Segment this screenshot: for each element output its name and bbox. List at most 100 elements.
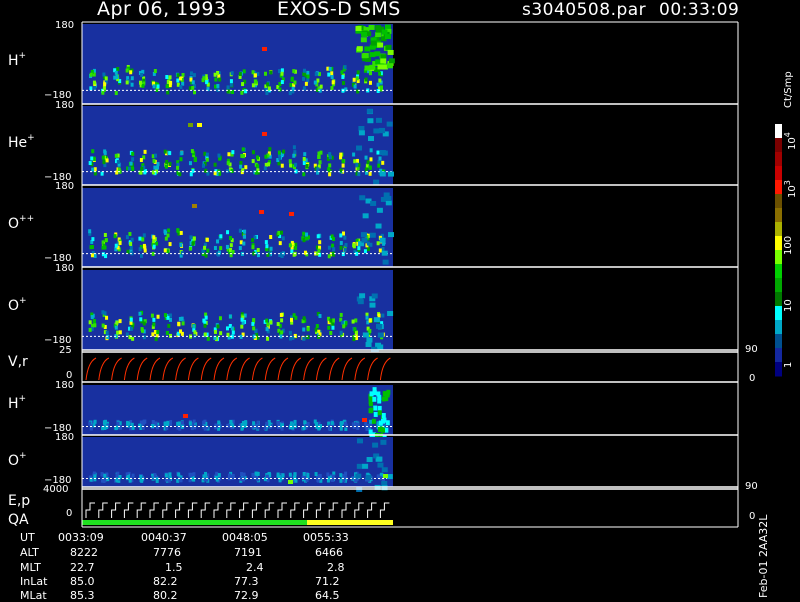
emission-cell xyxy=(104,76,108,81)
colorbar-tick-1: 1 xyxy=(783,361,794,368)
emission-cell xyxy=(339,425,343,430)
emission-cell xyxy=(342,478,346,483)
o1-top-tick: 180 xyxy=(55,263,75,274)
emission-cell xyxy=(280,163,284,168)
footer-label-ut: UT xyxy=(20,531,35,544)
emission-cell xyxy=(88,229,92,234)
emission-cell xyxy=(378,475,382,480)
edge-flux-cell xyxy=(377,410,382,416)
emission-cell xyxy=(327,254,331,259)
emission-cell xyxy=(265,318,269,323)
alt-value: 7776 xyxy=(153,546,181,559)
emission-cell xyxy=(251,159,255,164)
emission-cell xyxy=(191,477,195,482)
emission-cell xyxy=(113,234,117,239)
emission-cell xyxy=(105,330,109,335)
edge-flux-cell xyxy=(369,407,374,413)
edge-flux-cell xyxy=(356,145,363,151)
edge-flux-cell xyxy=(364,46,371,52)
emission-cell xyxy=(303,152,307,157)
emission-cell xyxy=(192,236,196,241)
vr-right-top-tick: 90 xyxy=(745,344,758,355)
emission-cell xyxy=(302,86,306,91)
edge-flux-cell xyxy=(386,121,393,127)
emission-cell xyxy=(225,244,229,249)
emission-cell xyxy=(130,76,134,81)
emission-cell xyxy=(189,235,193,240)
emission-cell xyxy=(315,324,319,329)
edge-flux-cell xyxy=(388,58,395,64)
emission-cell xyxy=(380,85,384,90)
emission-cell xyxy=(302,172,306,177)
mlat-value: 80.2 xyxy=(153,589,178,602)
emission-cell xyxy=(176,228,180,233)
emission-cell xyxy=(130,237,134,242)
emission-cell xyxy=(305,163,309,168)
edge-flux-cell xyxy=(387,311,394,317)
emission-cell xyxy=(188,421,192,426)
edge-flux-cell xyxy=(358,125,365,131)
emission-cell xyxy=(342,324,346,329)
edge-flux-cell xyxy=(382,259,389,265)
emission-cell xyxy=(153,473,157,478)
edge-flux-cell xyxy=(355,473,362,479)
emission-cell xyxy=(176,82,180,87)
emission-cell xyxy=(331,325,335,330)
edge-flux-cell xyxy=(375,117,382,123)
emission-cell xyxy=(251,150,255,155)
emission-cell xyxy=(152,84,156,89)
emission-cell xyxy=(150,313,154,318)
edge-flux-cell xyxy=(388,171,395,177)
panel-label-he1: He+ xyxy=(8,133,35,151)
emission-cell xyxy=(118,319,122,324)
emission-cell xyxy=(352,337,356,342)
edge-flux-cell xyxy=(369,232,376,238)
spectrogram-he1 xyxy=(82,106,393,185)
emission-cell xyxy=(231,475,235,480)
emission-cell xyxy=(327,426,331,431)
emission-cell xyxy=(202,76,206,81)
emission-cell xyxy=(206,336,210,341)
emission-cell xyxy=(276,420,280,425)
emission-cell xyxy=(165,84,169,89)
panel-label-h2: H+ xyxy=(8,394,27,412)
emission-cell xyxy=(302,336,306,341)
vr-top-tick: 25 xyxy=(59,345,72,356)
emission-cell xyxy=(229,79,233,84)
emission-cell xyxy=(313,80,317,85)
edge-flux-cell xyxy=(379,171,386,177)
emission-cell xyxy=(376,241,380,246)
edge-flux-cell xyxy=(388,232,395,238)
edge-flux-cell xyxy=(377,426,382,432)
emission-cell xyxy=(305,232,309,237)
edge-flux-cell xyxy=(366,337,373,343)
emission-cell xyxy=(156,330,160,335)
emission-cell xyxy=(88,320,92,325)
emission-cell xyxy=(328,66,332,71)
emission-cell xyxy=(156,425,160,430)
emission-cell xyxy=(179,230,183,235)
emission-cell xyxy=(152,244,156,249)
emission-cell xyxy=(101,155,105,160)
edge-flux-cell xyxy=(376,207,383,213)
emission-cell xyxy=(114,153,118,158)
emission-cell xyxy=(192,419,196,424)
emission-cell xyxy=(253,79,257,84)
emission-cell xyxy=(341,75,345,80)
edge-flux-cell xyxy=(356,46,363,52)
footer-label-alt: ALT xyxy=(20,546,39,559)
emission-cell xyxy=(179,329,183,334)
emission-cell xyxy=(156,314,160,319)
emission-cell xyxy=(251,245,255,250)
emission-cell xyxy=(353,159,357,164)
emission-cell xyxy=(138,247,142,252)
emission-cell xyxy=(366,160,370,165)
edge-flux-cell xyxy=(377,332,384,338)
edge-flux-cell xyxy=(377,405,382,411)
emission-cell xyxy=(326,472,330,477)
emission-cell xyxy=(142,335,146,340)
emission-cell xyxy=(230,71,234,76)
emission-cell xyxy=(167,478,171,483)
emission-cell xyxy=(369,157,373,162)
emission-cell xyxy=(316,78,320,83)
